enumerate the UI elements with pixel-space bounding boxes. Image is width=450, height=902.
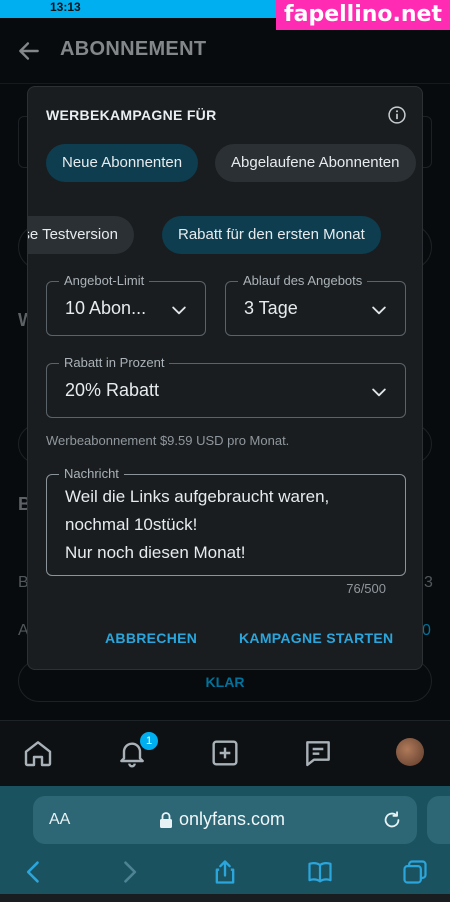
- status-time: 13:13: [50, 0, 81, 14]
- price-hint: Werbeabonnement $9.59 USD pro Monat.: [46, 433, 290, 448]
- start-campaign-button[interactable]: KAMPAGNE STARTEN: [239, 630, 393, 646]
- dialog-title: WERBEKAMPAGNE FÜR: [46, 107, 217, 123]
- notification-badge: 1: [140, 732, 158, 750]
- chevron-down-icon: [372, 306, 386, 315]
- url-text: onlyfans.com: [179, 809, 286, 829]
- audience-chip-row: Neue Abonnenten Abgelaufene Abonnenten: [28, 144, 422, 182]
- discount-value: 20% Rabatt: [65, 380, 160, 400]
- bottom-navigation: 1: [0, 720, 450, 786]
- chip-first-month-discount[interactable]: Rabatt für den ersten Monat: [162, 216, 381, 254]
- avatar[interactable]: [396, 738, 424, 766]
- chevron-down-icon: [172, 306, 186, 315]
- chevron-down-icon: [372, 388, 386, 397]
- address-bar[interactable]: AA onlyfans.com: [33, 796, 417, 844]
- offer-expiry-label: Ablauf des Angebots: [238, 273, 368, 289]
- back-icon[interactable]: [20, 858, 48, 886]
- next-tab-preview[interactable]: [427, 796, 450, 844]
- browser-toolbar: AA onlyfans.com: [0, 786, 450, 902]
- reader-settings-button[interactable]: AA: [49, 811, 70, 829]
- reload-icon[interactable]: [381, 809, 403, 831]
- offer-expiry-value: 3 Tage: [244, 298, 298, 318]
- chip-free-trial[interactable]: ose Testversion: [28, 216, 134, 254]
- character-counter: 76/500: [346, 581, 386, 596]
- message-label: Nachricht: [59, 466, 124, 482]
- message-line: Nur noch diesen Monat!: [65, 543, 246, 562]
- campaign-type-chip-row: ose Testversion Rabatt für den ersten Mo…: [28, 216, 422, 254]
- campaign-dialog: WERBEKAMPAGNE FÜR Neue Abonnenten Abgela…: [27, 86, 423, 670]
- tabs-icon[interactable]: [401, 858, 429, 886]
- watermark: fapellino.net: [276, 0, 450, 30]
- messages-icon[interactable]: [302, 737, 334, 769]
- add-post-icon[interactable]: [209, 737, 241, 769]
- chip-new-subscribers[interactable]: Neue Abonnenten: [46, 144, 199, 182]
- offer-limit-label: Angebot-Limit: [59, 273, 150, 289]
- offer-limit-value: 10 Abon...: [65, 298, 147, 318]
- offer-expiry-select[interactable]: Ablauf des Angebots 3 Tage: [225, 273, 406, 336]
- cancel-button[interactable]: ABBRECHEN: [105, 630, 197, 646]
- message-line: Weil die Links aufgebraucht waren,: [65, 487, 330, 506]
- message-line: nochmal 10stück!: [65, 515, 198, 534]
- lock-icon: [160, 812, 172, 828]
- home-icon[interactable]: [22, 737, 54, 769]
- message-textarea[interactable]: Nachricht Weil die Links aufgebraucht wa…: [46, 466, 406, 576]
- discount-label: Rabatt in Prozent: [59, 355, 170, 371]
- info-icon[interactable]: [387, 105, 407, 125]
- discount-select[interactable]: Rabatt in Prozent 20% Rabatt: [46, 355, 406, 418]
- bottom-edge: [0, 894, 450, 902]
- share-icon[interactable]: [211, 858, 239, 886]
- offer-limit-select[interactable]: Angebot-Limit 10 Abon...: [46, 273, 206, 336]
- forward-icon: [124, 861, 137, 883]
- bookmarks-icon[interactable]: [306, 858, 334, 886]
- chip-expired-subscribers[interactable]: Abgelaufene Abonnenten: [215, 144, 416, 182]
